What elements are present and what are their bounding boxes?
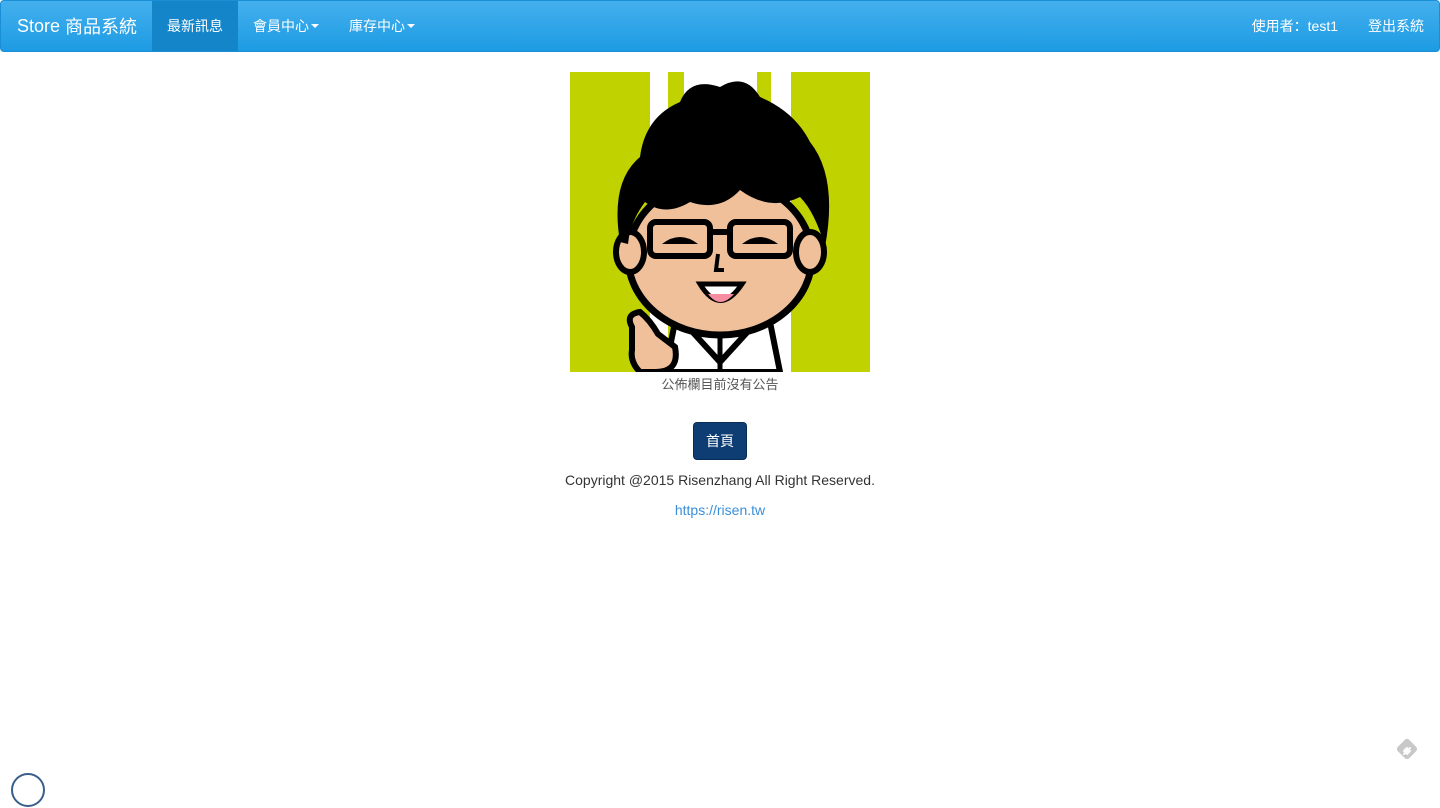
user-prefix: 使用者： (1252, 16, 1308, 36)
nav-item-inventory-label: 庫存中心 (349, 16, 405, 36)
top-navbar: Store 商品系統 最新訊息 會員中心 庫存中心 使用者： test1 登出系… (0, 0, 1440, 52)
logout-label: 登出系統 (1368, 16, 1424, 36)
cartoon-avatar-icon (570, 72, 870, 372)
copyright-text: Copyright @2015 Risenzhang All Right Res… (0, 472, 1440, 488)
bottom-left-badge-icon (10, 772, 46, 808)
nav-right: 使用者： test1 登出系統 (1237, 1, 1439, 51)
site-link[interactable]: https://risen.tw (675, 502, 765, 518)
nav-item-inventory-center[interactable]: 庫存中心 (334, 1, 430, 51)
home-button[interactable]: 首頁 (693, 422, 747, 460)
nav-item-member-center[interactable]: 會員中心 (238, 1, 334, 51)
caret-down-icon (311, 24, 319, 28)
main-nav: 最新訊息 會員中心 庫存中心 (152, 1, 430, 51)
nav-item-news[interactable]: 最新訊息 (152, 1, 238, 51)
announcement-text: 公佈欄目前沒有公告 (0, 374, 1440, 393)
brand-store: Store (17, 16, 60, 37)
current-user: 使用者： test1 (1237, 1, 1353, 51)
site-link-row: https://risen.tw (0, 502, 1440, 518)
brand-link[interactable]: Store 商品系統 (1, 1, 152, 51)
logout-link[interactable]: 登出系統 (1353, 1, 1439, 51)
brand-title: 商品系統 (65, 13, 137, 39)
user-name: test1 (1308, 18, 1338, 34)
nav-item-news-label: 最新訊息 (167, 16, 223, 36)
caret-down-icon (407, 24, 415, 28)
feedly-icon[interactable] (1394, 736, 1420, 762)
nav-item-member-label: 會員中心 (253, 16, 309, 36)
avatar-image (570, 72, 870, 372)
